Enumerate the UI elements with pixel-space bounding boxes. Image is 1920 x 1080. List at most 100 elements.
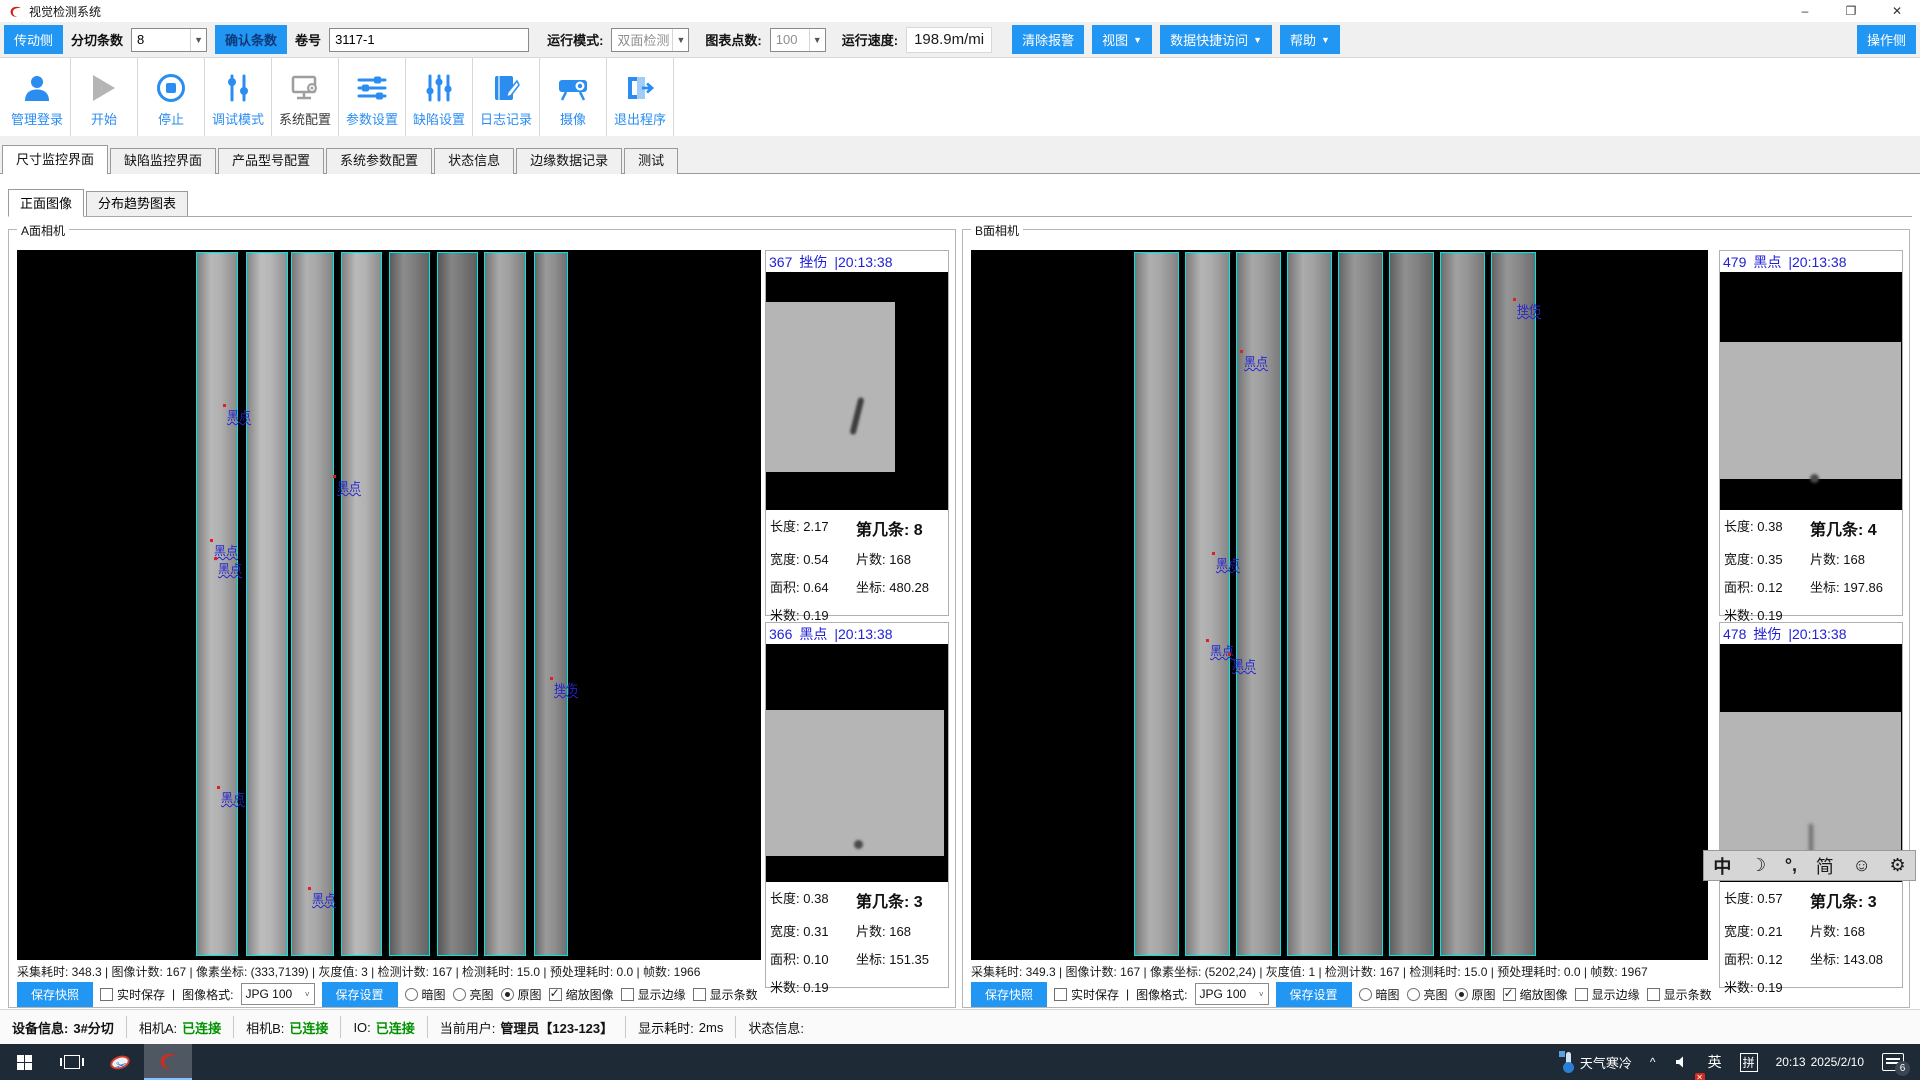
show-strips-checkbox[interactable] — [1647, 988, 1660, 1001]
toolbar-button-debug-sliders[interactable]: 调试模式 — [205, 58, 272, 136]
original-image-radio[interactable] — [1455, 988, 1468, 1001]
bright-image-radio[interactable] — [1407, 988, 1420, 1001]
zoom-image-checkbox[interactable] — [1503, 988, 1516, 1001]
chevron-down-icon: ▼ — [809, 29, 825, 51]
tab-4[interactable]: 状态信息 — [434, 148, 514, 174]
volume-muted-button[interactable]: ✕ — [1665, 1044, 1699, 1080]
toolbar-button-play[interactable]: 开始 — [71, 58, 138, 136]
save-snapshot-button[interactable]: 保存快照 — [971, 982, 1047, 1007]
original-image-option[interactable]: 原图 — [501, 986, 542, 1003]
show-edge-option[interactable]: 显示边缘 — [1575, 986, 1640, 1003]
status-message-label: 状态信息: — [748, 1018, 804, 1037]
zoom-image-option[interactable]: 缩放图像 — [1503, 986, 1568, 1003]
dark-image-radio[interactable] — [405, 988, 418, 1001]
notification-center-button[interactable]: 6 — [1873, 1044, 1920, 1080]
defect-marker-label: 黑点 — [214, 542, 238, 559]
chart-points-select[interactable]: 100 ▼ — [770, 28, 826, 52]
defect-mark — [1810, 474, 1819, 483]
vision-app-taskbar-button[interactable] — [144, 1044, 192, 1080]
slit-count-select[interactable]: 8 ▼ — [131, 28, 207, 52]
view-menu-button[interactable]: 视图 ▼ — [1092, 25, 1152, 54]
original-image-option[interactable]: 原图 — [1455, 986, 1496, 1003]
realtime-save-checkbox[interactable] — [100, 988, 113, 1001]
defect-marker-label: 挫伤 — [554, 680, 578, 697]
toolbar-button-label: 日志记录 — [480, 109, 532, 128]
zoom-image-checkbox[interactable] — [549, 988, 562, 1001]
defect-panel[interactable]: 479 黑点 |20:13:38 长度: 0.38 第几条: 4 宽度: 0.3… — [1719, 250, 1903, 616]
help-menu-button[interactable]: 帮助 ▼ — [1280, 25, 1340, 54]
realtime-save-option[interactable]: 实时保存 — [100, 986, 165, 1003]
gear-icon[interactable]: ⚙ — [1890, 855, 1906, 876]
data-quick-access-menu-button[interactable]: 数据快捷访问 ▼ — [1160, 25, 1272, 54]
show-edge-checkbox[interactable] — [621, 988, 634, 1001]
minimize-button[interactable]: – — [1782, 0, 1828, 22]
ime-mode-toggle[interactable]: 中 — [1713, 853, 1731, 879]
defect-panel[interactable]: 478 挫伤 |20:13:38 长度: 0.57 第几条: 3 宽度: 0.2… — [1719, 622, 1903, 988]
bright-image-option[interactable]: 亮图 — [1407, 986, 1448, 1003]
camera-stats-line: 采集耗时: 349.3 | 图像计数: 167 | 像素坐标: (5202,24… — [971, 963, 1648, 980]
save-settings-button[interactable]: 保存设置 — [322, 982, 398, 1007]
tab-2[interactable]: 产品型号配置 — [218, 148, 324, 174]
toolbar-button-log[interactable]: 日志记录 — [473, 58, 540, 136]
dark-image-option[interactable]: 暗图 — [405, 986, 446, 1003]
save-settings-button[interactable]: 保存设置 — [1276, 982, 1352, 1007]
defect-panel[interactable]: 367 挫伤 |20:13:38 长度: 2.17 第几条: 8 宽度: 0.5… — [765, 250, 949, 616]
drive-side-button[interactable]: 传动侧 — [4, 25, 63, 54]
dark-image-radio[interactable] — [1359, 988, 1372, 1001]
weather-widget[interactable]: 天气寒冷 — [1552, 1044, 1641, 1080]
dark-image-option[interactable]: 暗图 — [1359, 986, 1400, 1003]
clear-alarm-button[interactable]: 清除报警 — [1012, 25, 1084, 54]
zoom-image-option[interactable]: 缩放图像 — [549, 986, 614, 1003]
emoji-icon[interactable]: ☺ — [1852, 855, 1870, 876]
tab-6[interactable]: 测试 — [624, 148, 678, 174]
roll-number-input[interactable] — [329, 28, 529, 52]
toolbar-button-defect-sliders[interactable]: 缺陷设置 — [406, 58, 473, 136]
toolbar-button-param-sliders[interactable]: 参数设置 — [339, 58, 406, 136]
show-edge-checkbox[interactable] — [1575, 988, 1588, 1001]
icon-toolbar: 管理登录 开始 停止 调试模式 系统配置 参数设置 缺陷设置 日志记录 摄像 退… — [0, 58, 1920, 136]
taskbar: ✂ 天气寒冷 ^ ✕ 英 拼 20:13 2025/2/10 — [0, 1044, 1920, 1080]
toolbar-button-stop[interactable]: 停止 — [138, 58, 205, 136]
simplified-toggle[interactable]: 简 — [1816, 853, 1834, 879]
original-image-radio[interactable] — [501, 988, 514, 1001]
start-button[interactable] — [0, 1044, 48, 1080]
show-strips-checkbox[interactable] — [693, 988, 706, 1001]
restore-button[interactable]: ❐ — [1828, 0, 1874, 22]
defect-panel[interactable]: 366 黑点 |20:13:38 长度: 0.38 第几条: 3 宽度: 0.3… — [765, 622, 949, 988]
image-format-select[interactable]: JPG 100 ˅ — [241, 983, 315, 1005]
ime-indicator[interactable]: 拼 — [1731, 1044, 1767, 1080]
bright-image-option[interactable]: 亮图 — [453, 986, 494, 1003]
task-view-button[interactable] — [48, 1044, 96, 1080]
chart-points-value: 100 — [776, 32, 798, 47]
bright-image-radio[interactable] — [453, 988, 466, 1001]
save-snapshot-button[interactable]: 保存快照 — [17, 982, 93, 1007]
show-edge-option[interactable]: 显示边缘 — [621, 986, 686, 1003]
image-format-select[interactable]: JPG 100 ˅ — [1195, 983, 1269, 1005]
toolbar-button-system-config[interactable]: 系统配置 — [272, 58, 339, 136]
toolbar-button-camera[interactable]: 摄像 — [540, 58, 607, 136]
tab-1[interactable]: 缺陷监控界面 — [110, 148, 216, 174]
confirm-count-button[interactable]: 确认条数 — [215, 25, 287, 54]
realtime-save-checkbox[interactable] — [1054, 988, 1067, 1001]
show-strips-option[interactable]: 显示条数 — [693, 986, 758, 1003]
toolbar-button-user[interactable]: 管理登录 — [4, 58, 71, 136]
punctuation-toggle[interactable]: °, — [1785, 855, 1797, 876]
hidden-icons-chevron[interactable]: ^ — [1641, 1044, 1665, 1080]
run-mode-select[interactable]: 双面检测 ▼ — [611, 28, 689, 52]
sub-tab-1[interactable]: 分布趋势图表 — [86, 191, 188, 216]
show-strips-option[interactable]: 显示条数 — [1647, 986, 1712, 1003]
mute-x-icon: ✕ — [1695, 1073, 1705, 1080]
realtime-save-option[interactable]: 实时保存 — [1054, 986, 1119, 1003]
toolbar-button-exit[interactable]: 退出程序 — [607, 58, 674, 136]
tab-3[interactable]: 系统参数配置 — [326, 148, 432, 174]
operator-side-button[interactable]: 操作侧 — [1857, 25, 1916, 54]
stop-icon — [157, 71, 185, 105]
clock[interactable]: 20:13 2025/2/10 — [1767, 1044, 1873, 1080]
tab-5[interactable]: 边缘数据记录 — [516, 148, 622, 174]
snipping-tool-button[interactable]: ✂ — [96, 1044, 144, 1080]
sub-tab-0[interactable]: 正面图像 — [8, 189, 84, 217]
moon-icon[interactable]: ☽ — [1750, 855, 1766, 876]
close-button[interactable]: ✕ — [1874, 0, 1920, 22]
defect-thumbnail — [1720, 644, 1902, 882]
tab-0[interactable]: 尺寸监控界面 — [2, 145, 108, 174]
